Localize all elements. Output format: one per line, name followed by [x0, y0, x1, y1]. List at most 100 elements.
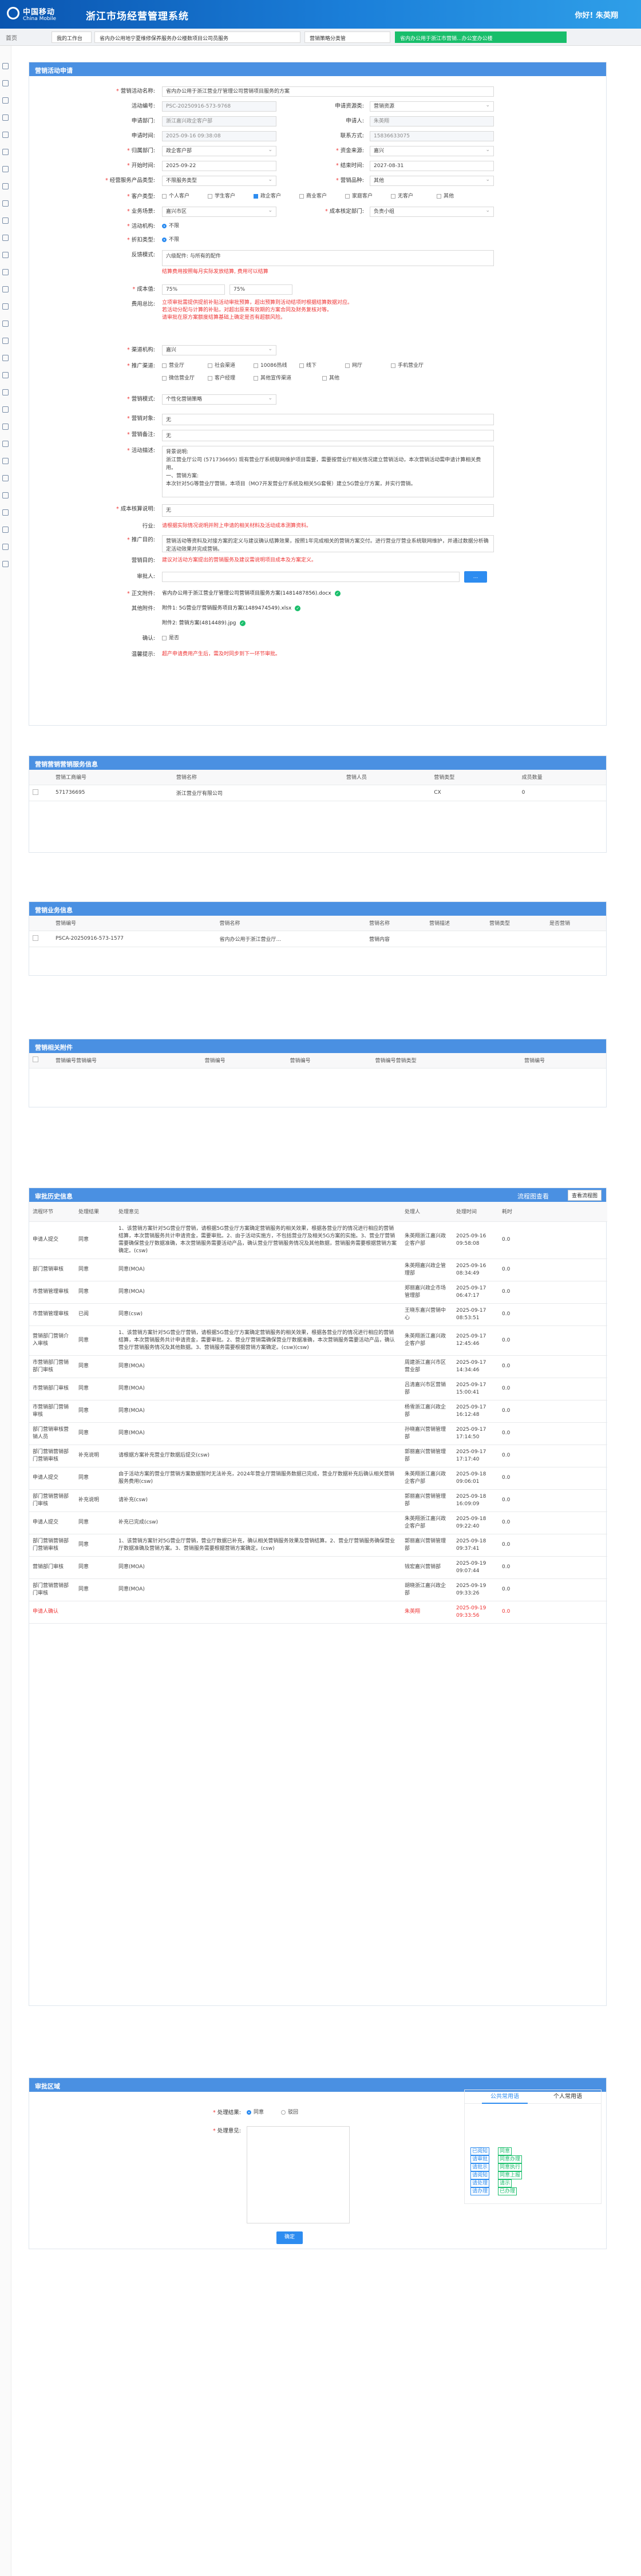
industry-opt-10[interactable]: 其他	[322, 374, 339, 383]
menu-icon[interactable]	[2, 252, 9, 258]
customer-type-opt-5[interactable]: 家庭客户	[345, 192, 373, 201]
product-group-select[interactable]: 其他	[370, 176, 494, 186]
phrase-item[interactable]: 请处理	[470, 2179, 490, 2187]
belong-dept-select[interactable]: 政企客户部	[162, 146, 276, 156]
industry-opt-3[interactable]: 10086热线	[254, 361, 287, 370]
end-date-input[interactable]: 2027-08-31	[370, 161, 494, 171]
benefit-textarea[interactable]: 无	[162, 504, 494, 517]
menu-icon[interactable]	[2, 235, 9, 241]
menu-icon[interactable]	[2, 372, 9, 378]
phrase-item[interactable]: 请批示	[470, 2163, 490, 2171]
purpose-textarea[interactable]: 营销活动等资料及对接方案的定义与建议确认结算效果，按照1年完成相关的营销方案交付…	[162, 535, 494, 552]
customer-type-opt-2[interactable]: 学生客户	[208, 192, 235, 201]
industry-opt-9[interactable]: 其他宣传渠道	[254, 374, 291, 383]
budget-textarea[interactable]: 六级配件: 与所有的配件	[162, 250, 494, 266]
menu-icon[interactable]	[2, 475, 9, 481]
row-checkbox[interactable]	[33, 789, 38, 795]
menu-icon[interactable]	[2, 338, 9, 344]
industry-opt-1[interactable]: 营业厅	[162, 361, 184, 370]
menu-icon[interactable]	[2, 97, 9, 104]
auto-bind-radio[interactable]: 不限	[162, 221, 179, 231]
menu-icon[interactable]	[2, 183, 9, 189]
select-all-checkbox[interactable]	[33, 1056, 38, 1063]
menu-icon[interactable]	[2, 286, 9, 292]
menu-icon[interactable]	[2, 269, 9, 275]
tab-workbench[interactable]: 我的工作台	[52, 31, 92, 43]
tab-public-phrases[interactable]: 公共常用语	[482, 2090, 528, 2104]
phrase-item[interactable]: 请示	[498, 2179, 512, 2187]
product-type-select[interactable]: 不限服务类型	[162, 176, 276, 186]
industry-opt-5[interactable]: 网厅	[345, 361, 362, 370]
industry-opt-8[interactable]: 客户经理	[208, 374, 235, 383]
tab-strategy[interactable]: 营销策略分类管	[304, 31, 390, 43]
activity-name-input[interactable]: 省内办公用于浙江营业厅管理公司营销项目服务的方案	[162, 86, 494, 97]
menu-icon[interactable]	[2, 166, 9, 172]
phrase-item[interactable]: 已办理	[498, 2187, 517, 2195]
view-flowchart-button[interactable]: 查看流程图	[567, 1190, 602, 1201]
row-checkbox[interactable]	[33, 935, 38, 941]
menu-icon[interactable]	[2, 303, 9, 310]
opinion-textarea[interactable]	[247, 2126, 350, 2223]
menu-icon[interactable]	[2, 320, 9, 327]
business-scene-select[interactable]: 嘉兴市区	[162, 207, 276, 217]
apply-type-select[interactable]: 营销资源	[370, 101, 494, 112]
tab-personal-phrases[interactable]: 个人常用语	[545, 2090, 591, 2104]
attachment-file-2[interactable]: 附件1: 5G营业厅营销服务项目方案(1489474549).xlsx ✓	[162, 604, 301, 613]
menu-icon[interactable]	[2, 63, 9, 69]
attachment-file-1[interactable]: 省内办公用于浙江营业厅管理公司营销项目服务方案(1481487856).docx…	[162, 589, 341, 598]
menu-icon[interactable]	[2, 406, 9, 413]
industry-opt-4[interactable]: 线下	[299, 361, 316, 370]
menu-icon[interactable]	[2, 509, 9, 516]
customer-type-opt-4[interactable]: 商业客户	[299, 192, 327, 201]
phrase-item[interactable]: 请审批	[470, 2155, 490, 2163]
phrase-item[interactable]: 同意执行	[498, 2163, 523, 2171]
menu-icon[interactable]	[2, 492, 9, 498]
industry-opt-7[interactable]: 微信营业厅	[162, 374, 195, 383]
menu-icon[interactable]	[2, 355, 9, 361]
menu-icon[interactable]	[2, 114, 9, 121]
activity-desc-textarea[interactable]: 背景说明: 浙江营业厅公司 (571736695) 现有营业厅系统联网维护项目需…	[162, 446, 494, 497]
result-agree-radio[interactable]: 同意	[247, 2108, 264, 2117]
discount-radio[interactable]: 不限	[162, 235, 179, 244]
menu-icon[interactable]	[2, 458, 9, 464]
confirm-checkbox[interactable]: 是否	[162, 634, 179, 643]
start-date-input[interactable]: 2025-09-22	[162, 161, 276, 171]
industry-opt-6[interactable]: 手机营业厅	[391, 361, 424, 370]
attachment-file-3[interactable]: 附件2: 营销方案(4814489).jpg ✓	[162, 619, 246, 628]
menu-icon[interactable]	[2, 527, 9, 533]
tab-current[interactable]: 省内办公用于浙江市营销...办公室办公楼	[395, 31, 567, 43]
approver-pick-button[interactable]: ...	[464, 571, 487, 583]
remark-textarea[interactable]: 无	[162, 430, 494, 441]
phrase-item[interactable]: 同意上报	[498, 2171, 523, 2179]
value-input[interactable]: 75%	[162, 284, 225, 295]
menu-icon[interactable]	[2, 389, 9, 395]
industry-opt-2[interactable]: 社会渠道	[208, 361, 235, 370]
submit-button[interactable]: 确定	[276, 2231, 303, 2244]
customer-type-opt-1[interactable]: 个人客户	[162, 192, 189, 201]
menu-icon[interactable]	[2, 200, 9, 207]
phrase-item[interactable]: 请阅知	[470, 2171, 490, 2179]
fund-source-select[interactable]: 嘉兴	[370, 146, 494, 156]
menu-icon[interactable]	[2, 544, 9, 550]
menu-icon[interactable]	[2, 561, 9, 567]
phrase-item[interactable]: 同意办理	[498, 2155, 523, 2163]
approver-input[interactable]	[162, 572, 460, 582]
channel-select[interactable]: 嘉兴	[162, 345, 276, 355]
menu-icon[interactable]	[2, 217, 9, 224]
customer-type-opt-6[interactable]: 无客户	[391, 192, 413, 201]
menu-icon[interactable]	[2, 80, 9, 86]
user-greeting[interactable]: 你好! 朱英翔	[575, 9, 618, 20]
menu-icon[interactable]	[2, 132, 9, 138]
phrase-item[interactable]: 同意	[498, 2147, 512, 2155]
attach-mode-textarea[interactable]: 无	[162, 414, 494, 425]
phrase-item[interactable]: 请办理	[470, 2187, 490, 2195]
customer-type-opt-3[interactable]: 政企客户	[254, 192, 281, 201]
menu-icon[interactable]	[2, 424, 9, 430]
tab-home[interactable]: 首页	[6, 33, 29, 42]
budget-condition-select[interactable]: 负责小组	[370, 207, 494, 217]
menu-icon[interactable]	[2, 149, 9, 155]
ratio-input[interactable]: 75%	[230, 284, 292, 295]
phrase-item[interactable]: 已阅知	[470, 2147, 490, 2155]
tab-activity-a[interactable]: 省内办公用地宁夏维修保养服务办公楼数项目公司员服务	[94, 31, 300, 43]
budget-type-select[interactable]: 个性化营销策略	[162, 394, 276, 405]
